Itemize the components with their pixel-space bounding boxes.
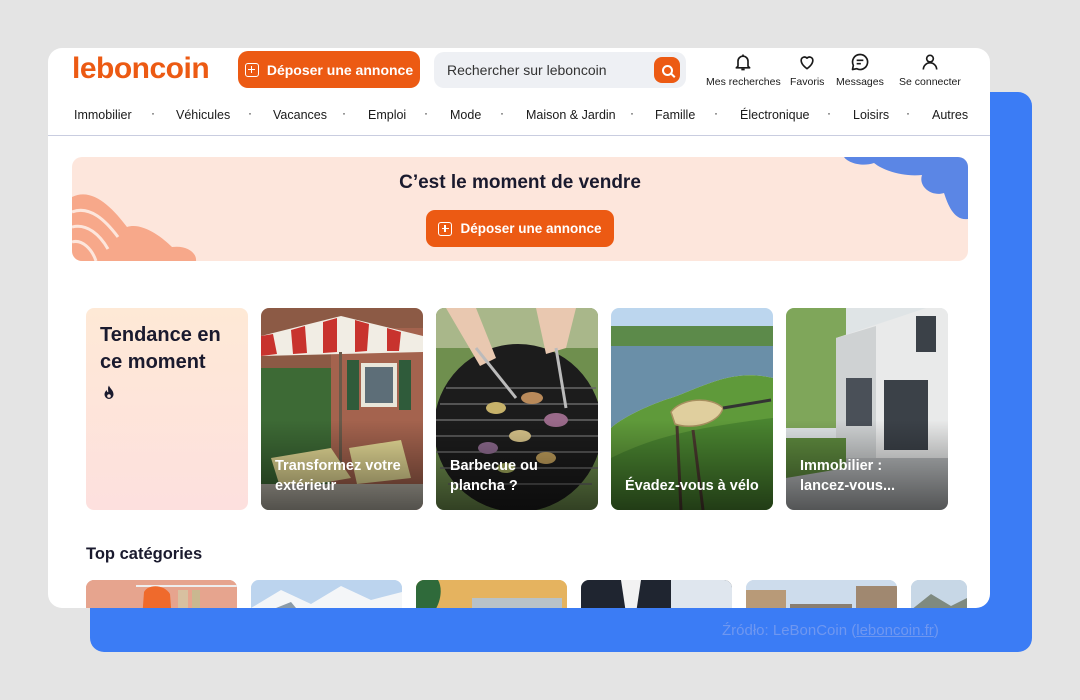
- nav-separator: ·: [500, 106, 504, 120]
- category-card-real-estate[interactable]: [746, 580, 897, 608]
- suit-image: [581, 580, 732, 608]
- banner-title: C’est le moment de vendre: [399, 172, 641, 193]
- plus-square-icon: [438, 221, 453, 236]
- nav-item-famille[interactable]: Famille: [655, 108, 695, 122]
- banner-deposit-button[interactable]: Déposer une annonce: [426, 210, 614, 247]
- nav-separator: ·: [827, 106, 831, 120]
- nav-item-maison-jardin[interactable]: Maison & Jardin: [526, 108, 616, 122]
- nav-separator: ·: [151, 106, 155, 120]
- city-street-image: [746, 580, 897, 608]
- header-item-saved-searches[interactable]: Mes recherches: [706, 52, 781, 88]
- nav-item-vacances[interactable]: Vacances: [273, 108, 327, 122]
- nav-separator: ·: [906, 106, 910, 120]
- logo[interactable]: leboncoin: [72, 52, 210, 86]
- header-item-messages[interactable]: Messages: [836, 52, 884, 88]
- header-item-favorites[interactable]: Favoris: [790, 52, 824, 88]
- search-placeholder: Rechercher sur leboncoin: [447, 62, 607, 78]
- category-card-fashion[interactable]: [86, 580, 237, 608]
- trend-card-barbecue[interactable]: Barbecue ou plancha ?: [436, 308, 598, 510]
- nav-item-mode[interactable]: Mode: [450, 108, 481, 122]
- category-nav: Immobilier · Véhicules · Vacances · Empl…: [48, 102, 990, 136]
- source-link[interactable]: leboncoin.fr: [856, 622, 934, 639]
- category-card-vacation[interactable]: [251, 580, 402, 608]
- trend-card-bike[interactable]: Évadez-vous à vélo: [611, 308, 773, 510]
- sell-banner: C’est le moment de vendre Déposer une an…: [72, 157, 968, 261]
- search-input[interactable]: Rechercher sur leboncoin: [434, 52, 686, 88]
- nav-item-vehicules[interactable]: Véhicules: [176, 108, 230, 122]
- trending-card: Tendance en ce moment: [86, 308, 248, 510]
- trend-card-exterior[interactable]: Transformez votre extérieur: [261, 308, 423, 510]
- nav-item-emploi[interactable]: Emploi: [368, 108, 406, 122]
- snow-mountain-image: [251, 580, 402, 608]
- trend-card-real-estate[interactable]: Immobilier : lancez-vous...: [786, 308, 948, 510]
- flame-icon: [104, 385, 114, 399]
- nav-item-autres[interactable]: Autres: [932, 108, 968, 122]
- search-button[interactable]: [654, 57, 680, 83]
- trend-card-caption: Transformez votre extérieur: [275, 458, 401, 494]
- plus-square-icon: [244, 62, 259, 77]
- trending-title: Tendance en ce moment: [100, 324, 221, 373]
- nav-separator: ·: [342, 106, 346, 120]
- source-caption: Źródło: LeBonCoin (leboncoin.fr): [722, 622, 939, 639]
- interior-image: [416, 580, 567, 608]
- category-card-jobs[interactable]: [581, 580, 732, 608]
- category-card-home[interactable]: [416, 580, 567, 608]
- top-categories-title: Top catégories: [86, 545, 203, 563]
- nav-item-electronique[interactable]: Électronique: [740, 108, 810, 122]
- trend-card-caption: Barbecue ou plancha ?: [450, 458, 538, 494]
- heart-icon: [800, 56, 814, 70]
- category-card-mountain[interactable]: [911, 580, 967, 608]
- nav-separator: ·: [424, 106, 428, 120]
- nav-separator: ·: [248, 106, 252, 120]
- trend-card-caption: Évadez-vous à vélo: [625, 478, 759, 494]
- nav-item-loisirs[interactable]: Loisirs: [853, 108, 889, 122]
- header-item-login[interactable]: Se connecter: [899, 52, 961, 88]
- nav-separator: ·: [630, 106, 634, 120]
- bell-icon: [735, 54, 751, 71]
- clothes-rack-image: [86, 580, 237, 608]
- browser-window: leboncoin Déposer une annonce Rechercher…: [48, 48, 990, 608]
- deposit-ad-button[interactable]: Déposer une annonce: [238, 51, 420, 88]
- user-icon: [922, 54, 938, 70]
- nav-item-immobilier[interactable]: Immobilier: [74, 108, 132, 122]
- nav-separator: ·: [714, 106, 718, 120]
- mountain-image: [911, 580, 967, 608]
- search-icon: [661, 64, 673, 76]
- chat-icon: [851, 53, 869, 71]
- trend-card-caption: Immobilier : lancez-vous...: [800, 458, 896, 494]
- wave-decoration: [72, 194, 197, 261]
